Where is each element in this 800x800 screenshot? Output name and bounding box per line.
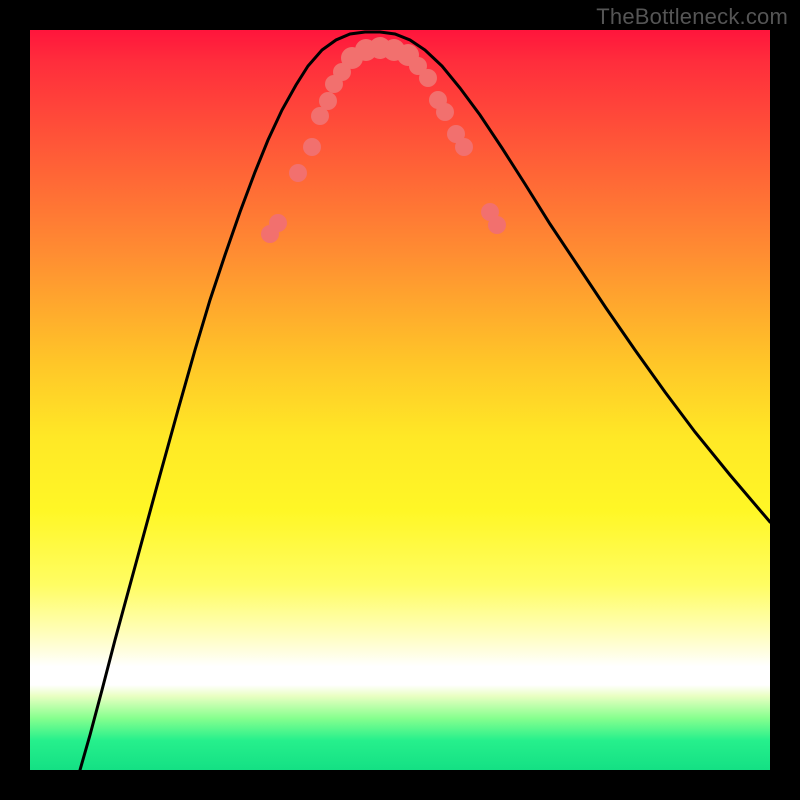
curve-marker [455, 138, 473, 156]
frame-border-bottom [0, 770, 800, 800]
chart-canvas: TheBottleneck.com [0, 0, 800, 800]
curve-marker [419, 69, 437, 87]
bottleneck-plot [30, 30, 770, 770]
curve-marker [289, 164, 307, 182]
frame-border-right [770, 0, 800, 800]
attribution-watermark: TheBottleneck.com [596, 4, 788, 30]
curve-markers [261, 37, 506, 243]
frame-border-left [0, 0, 30, 800]
curve-marker [303, 138, 321, 156]
curve-marker [269, 214, 287, 232]
curve-marker [319, 92, 337, 110]
curve-marker [488, 216, 506, 234]
curve-marker [436, 103, 454, 121]
bottleneck-curve [80, 32, 770, 770]
